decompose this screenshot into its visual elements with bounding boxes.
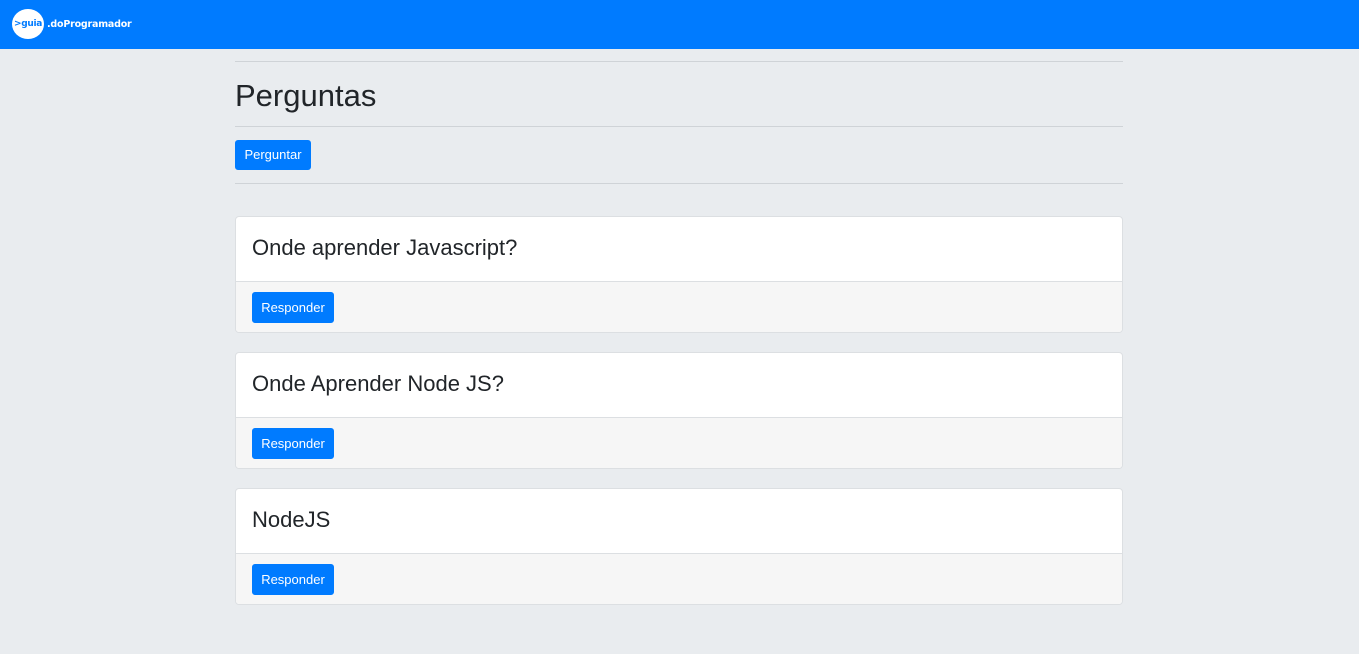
question-card: NodeJS Responder [235,488,1123,605]
answer-button[interactable]: Responder [252,564,334,595]
question-card-header: NodeJS [236,489,1122,554]
title-divider [235,126,1123,127]
question-card: Onde aprender Javascript? Responder [235,216,1123,333]
question-card: Onde Aprender Node JS? Responder [235,352,1123,469]
brand-logo[interactable]: >guia .doProgramador [12,9,132,39]
actions-divider [235,183,1123,184]
top-divider [235,61,1123,62]
ask-question-button[interactable]: Perguntar [235,140,311,170]
answer-button[interactable]: Responder [252,292,334,323]
brand-badge-text: >guia [13,19,43,29]
question-card-footer: Responder [236,554,1122,604]
page-title: Perguntas [235,78,377,113]
question-title: NodeJS [252,507,331,532]
brand-name: .doProgramador [47,18,132,30]
question-card-footer: Responder [236,282,1122,332]
navbar: >guia .doProgramador [0,0,1359,49]
question-card-header: Onde Aprender Node JS? [236,353,1122,418]
question-title: Onde Aprender Node JS? [252,371,504,396]
question-card-header: Onde aprender Javascript? [236,217,1122,282]
question-card-footer: Responder [236,418,1122,468]
brand-logo-badge: >guia [12,9,44,39]
question-title: Onde aprender Javascript? [252,235,518,260]
answer-button[interactable]: Responder [252,428,334,459]
